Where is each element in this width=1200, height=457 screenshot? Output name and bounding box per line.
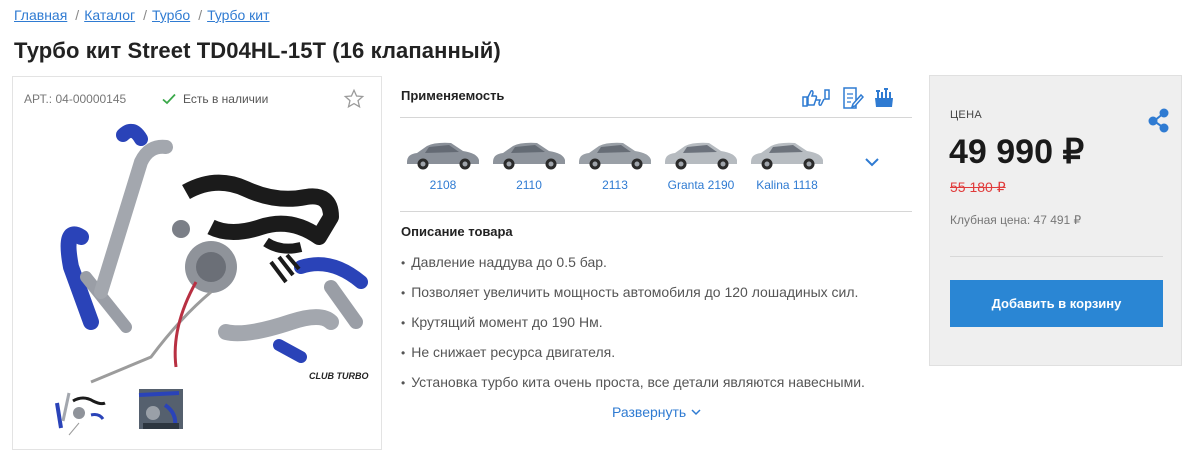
install-kit-icon[interactable] [872,86,896,110]
description-list: Давление наддува до 0.5 бар. Позволяет у… [401,254,865,404]
thumbnail-engine[interactable] [131,383,191,439]
car-model-label: 2108 [429,178,457,192]
stock-status: Есть в наличии [162,92,268,106]
turbo-kit-image[interactable]: CLUB TURBO [31,117,371,387]
description-title: Описание товара [401,224,513,239]
car-image [407,142,479,170]
breadcrumb-separator: / [143,7,147,23]
old-price: 55 180 ₽ [950,179,1006,195]
car-model-item[interactable]: 2113 [572,134,658,192]
car-model-item[interactable]: Kalina 1118 [744,134,830,192]
car-model-item[interactable]: Granta 2190 [658,134,744,192]
breadcrumb-catalog[interactable]: Каталог [84,7,135,23]
applicability-title: Применяемость [401,88,505,103]
product-info: Применяемость 2108 2110 2113 Granta 2190 Kal… [400,76,912,436]
current-price: 49 990 ₽ [949,133,1085,171]
stock-label: Есть в наличии [183,92,269,106]
breadcrumb: Главная / Каталог / Турбо / Турбо кит [14,7,270,23]
check-icon [162,93,176,105]
divider [950,256,1163,257]
sku-label: АРТ.: 04-00000145 [24,92,127,106]
edit-doc-icon[interactable] [840,86,864,110]
car-model-label: Granta 2190 [667,178,735,192]
list-item: Не снижает ресурса двигателя. [401,344,865,374]
car-image [493,142,565,170]
car-model-label: Kalina 1118 [756,178,818,192]
expand-description-link[interactable]: Развернуть [612,404,701,420]
list-item: Давление наддува до 0.5 бар. [401,254,865,284]
chevron-down-icon[interactable] [864,156,880,168]
car-image [751,142,823,170]
expand-label: Развернуть [612,404,687,420]
breadcrumb-turbo[interactable]: Турбо [152,7,190,23]
breadcrumb-separator: / [75,7,80,23]
tool-icons [800,86,904,110]
breadcrumb-home[interactable]: Главная [14,7,67,23]
club-price: Клубная цена: 47 491 ₽ [950,213,1082,227]
car-model-label: 2113 [602,178,628,192]
product-gallery: АРТ.: 04-00000145 Есть в наличии CLUB TU… [12,76,382,450]
price-panel: ЦЕНА 49 990 ₽ 55 180 ₽ Клубная цена: 47 … [929,75,1182,366]
favorite-star-icon[interactable] [343,88,365,110]
thumbs-compare-icon[interactable] [800,86,832,110]
add-to-cart-button[interactable]: Добавить в корзину [950,280,1163,327]
share-icon[interactable] [1146,107,1172,133]
car-image [579,142,651,170]
applicable-cars: 2108 2110 2113 Granta 2190 Kalina 1118 [400,134,830,192]
car-image [665,142,737,170]
divider [400,211,912,212]
car-model-label: 2110 [516,178,542,192]
car-model-item[interactable]: 2110 [486,134,572,192]
list-item: Крутящий момент до 190 Нм. [401,314,865,344]
breadcrumb-turbo-kit[interactable]: Турбо кит [207,7,269,23]
list-item: Позволяет увеличить мощность автомобиля … [401,284,865,314]
thumbnail-turbo-kit[interactable] [49,383,109,439]
divider [400,117,912,118]
chevron-down-icon [691,409,701,416]
price-label: ЦЕНА [950,109,982,121]
breadcrumb-separator: / [198,7,203,23]
watermark-text: CLUB TURBO [309,371,369,381]
page-title: Турбо кит Street TD04HL-15T (16 клапанны… [14,38,501,63]
car-model-item[interactable]: 2108 [400,134,486,192]
list-item: Установка турбо кита очень проста, все д… [401,374,865,404]
